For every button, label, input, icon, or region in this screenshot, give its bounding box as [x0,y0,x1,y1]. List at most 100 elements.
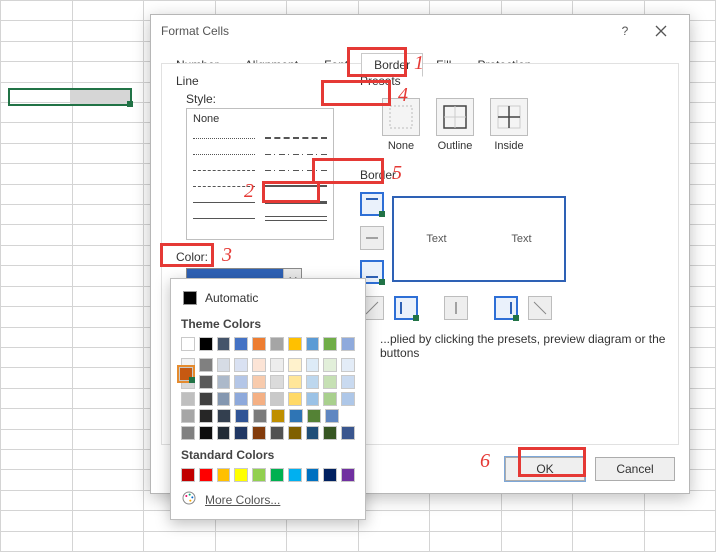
color-swatch[interactable] [306,426,320,440]
color-swatch[interactable] [341,337,355,351]
line-style-option[interactable] [193,149,255,159]
color-swatch[interactable] [252,358,266,372]
color-swatch[interactable] [199,337,213,351]
line-style-option[interactable] [193,181,255,191]
color-swatch[interactable] [217,426,231,440]
color-swatch[interactable] [270,358,284,372]
color-swatch[interactable] [288,337,302,351]
border-preview[interactable]: Text Text [392,196,566,282]
color-swatch[interactable] [217,468,231,482]
color-swatch[interactable] [252,337,266,351]
color-swatch[interactable] [199,426,213,440]
color-swatch[interactable] [307,409,321,423]
color-swatch[interactable] [288,392,302,406]
color-swatch[interactable] [341,392,355,406]
color-swatch[interactable] [234,426,248,440]
color-swatch[interactable] [288,358,302,372]
border-top-button[interactable] [360,192,384,216]
color-swatch[interactable] [252,392,266,406]
color-swatch[interactable] [181,337,195,351]
color-swatch[interactable] [270,375,284,389]
color-swatch[interactable] [252,426,266,440]
tab-border[interactable]: Border [361,53,423,77]
color-swatch[interactable] [271,409,285,423]
color-swatch[interactable] [270,426,284,440]
color-swatch[interactable] [234,375,248,389]
color-swatch[interactable] [341,375,355,389]
color-swatch[interactable] [234,392,248,406]
color-swatch[interactable] [306,468,320,482]
close-icon[interactable] [643,17,679,45]
color-swatch[interactable] [270,337,284,351]
color-swatch[interactable] [181,409,195,423]
line-style-box[interactable]: None [186,108,334,240]
color-swatch[interactable] [217,337,231,351]
automatic-color[interactable]: Automatic [181,287,355,309]
border-left-button[interactable] [394,296,418,320]
color-swatch[interactable] [217,409,231,423]
color-swatch[interactable] [253,409,267,423]
border-right-button[interactable] [494,296,518,320]
color-swatch[interactable] [341,426,355,440]
color-swatch[interactable] [234,468,248,482]
color-swatch[interactable] [306,375,320,389]
color-swatch[interactable] [288,375,302,389]
color-swatch[interactable] [306,358,320,372]
color-swatch[interactable] [323,375,337,389]
color-swatch[interactable] [270,468,284,482]
color-swatch[interactable] [234,358,248,372]
color-swatch[interactable] [288,468,302,482]
line-style-option[interactable] [265,197,327,207]
color-swatch[interactable] [325,409,339,423]
color-swatch[interactable] [323,392,337,406]
color-swatch[interactable] [217,358,231,372]
line-style-option[interactable] [193,165,255,175]
color-swatch[interactable] [341,468,355,482]
line-style-option[interactable] [193,197,255,207]
line-style-option[interactable] [193,213,255,223]
preset-inside[interactable] [490,98,528,136]
line-style-option[interactable] [265,213,327,223]
selected-cell-range[interactable] [8,88,132,106]
border-middle-h-button[interactable] [360,226,384,250]
color-swatch[interactable] [217,392,231,406]
color-swatch[interactable] [252,468,266,482]
color-swatch[interactable] [323,337,337,351]
color-swatch[interactable] [181,468,195,482]
color-swatch[interactable] [323,468,337,482]
cancel-button[interactable]: Cancel [595,457,675,481]
color-swatch[interactable] [235,409,249,423]
line-style-option[interactable] [265,165,327,175]
color-swatch[interactable] [199,409,213,423]
border-diag-down-button[interactable] [528,296,552,320]
color-swatch[interactable] [181,426,195,440]
color-swatch[interactable] [323,426,337,440]
color-swatch[interactable] [199,468,213,482]
color-swatch[interactable] [181,392,195,406]
color-swatch[interactable] [306,337,320,351]
color-swatch[interactable] [199,358,213,372]
color-swatch[interactable] [289,409,303,423]
preset-outline[interactable] [436,98,474,136]
color-swatch[interactable] [288,426,302,440]
more-colors[interactable]: More Colors... [181,490,355,509]
color-swatch[interactable] [252,375,266,389]
ok-button[interactable]: OK [505,457,585,481]
color-swatch[interactable] [199,392,213,406]
help-button[interactable]: ? [607,17,643,45]
preset-none[interactable] [382,98,420,136]
color-swatch[interactable] [341,358,355,372]
color-swatch[interactable] [234,337,248,351]
color-swatch[interactable] [217,375,231,389]
border-middle-v-button[interactable] [444,296,468,320]
line-style-option[interactable] [265,181,327,191]
color-swatch[interactable] [270,392,284,406]
color-swatch[interactable] [199,375,213,389]
line-style-option[interactable] [193,133,255,143]
line-style-option[interactable] [265,149,327,159]
line-style-option[interactable] [265,133,327,143]
color-swatch[interactable] [323,358,337,372]
color-swatch[interactable] [179,367,193,381]
color-swatch[interactable] [306,392,320,406]
line-style-none[interactable]: None [193,113,327,125]
